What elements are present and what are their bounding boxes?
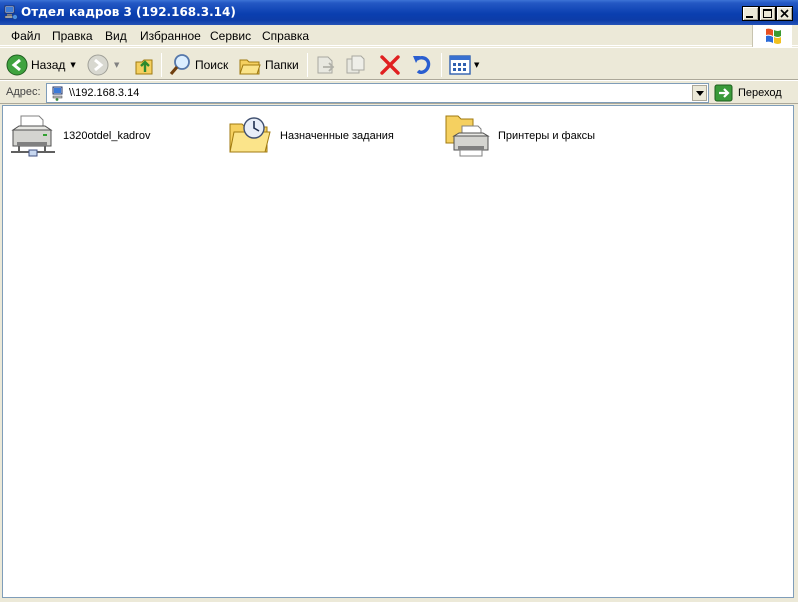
windows-logo (752, 25, 792, 47)
scheduled-tasks-folder-icon (229, 117, 271, 153)
minimize-icon (746, 16, 753, 18)
close-icon (780, 9, 789, 18)
folders-label: Папки (265, 58, 299, 72)
views-dropdown-icon[interactable]: ▼ (474, 61, 479, 69)
back-button[interactable]: Назад ▼ (6, 52, 76, 78)
status-bar (0, 598, 798, 602)
address-label: Адрес: (6, 86, 41, 98)
go-label: Переход (738, 87, 782, 99)
menu-edit[interactable]: Правка (52, 29, 93, 43)
item-label: Принтеры и факсы (498, 130, 596, 142)
address-input[interactable] (69, 86, 669, 100)
menu-file[interactable]: Файл (11, 29, 41, 43)
go-button[interactable]: Переход (714, 83, 782, 103)
maximize-button[interactable] (759, 6, 776, 21)
search-button[interactable]: Поиск (168, 52, 228, 78)
explorer-window: Отдел кадров 3 (192.168.3.14) Файл Правк… (0, 0, 798, 602)
list-item-printers-faxes[interactable]: Принтеры и факсы (444, 112, 595, 160)
toolbar-separator (161, 53, 162, 77)
search-icon (169, 54, 190, 76)
list-item-shared-printer[interactable]: 1320otdel_kadrov (9, 112, 150, 160)
folders-icon (239, 59, 261, 75)
views-button[interactable]: ▼ (448, 52, 479, 78)
forward-arrow-icon (87, 54, 109, 76)
copy-to-icon (346, 55, 365, 74)
chevron-down-icon (696, 91, 704, 96)
address-field[interactable] (46, 83, 709, 103)
maximize-icon (763, 9, 772, 18)
toolbar-separator (307, 53, 308, 77)
folder-up-icon (135, 59, 153, 75)
address-dropdown-button[interactable] (692, 85, 707, 101)
minimize-button[interactable] (742, 6, 759, 21)
move-to-icon (317, 56, 335, 74)
undo-button[interactable] (410, 52, 434, 78)
back-label: Назад (31, 58, 66, 72)
back-dropdown-icon[interactable]: ▼ (70, 61, 75, 69)
printers-faxes-folder-icon (445, 115, 490, 157)
undo-icon (413, 56, 431, 74)
search-label: Поиск (195, 58, 229, 72)
forward-button[interactable]: ▼ (87, 52, 119, 78)
network-printer-icon (11, 115, 55, 157)
toolbar-separator (441, 53, 442, 77)
forward-dropdown-icon[interactable]: ▼ (114, 61, 119, 69)
delete-button[interactable] (378, 52, 402, 78)
menu-favorites[interactable]: Избранное (140, 29, 201, 43)
delete-x-icon (380, 55, 400, 75)
copy-to-button[interactable] (344, 52, 368, 78)
menu-view[interactable]: Вид (105, 29, 127, 43)
item-label: Назначенные задания (280, 130, 394, 142)
menu-help[interactable]: Справка (262, 29, 309, 43)
title-bar[interactable]: Отдел кадров 3 (192.168.3.14) (0, 0, 798, 25)
folder-content-view[interactable]: 1320otdel_kadrov Назначенные задания При… (2, 105, 794, 598)
move-to-button[interactable] (314, 52, 338, 78)
address-bar: Адрес: Переход (0, 80, 798, 104)
network-computer-icon (4, 5, 18, 20)
network-computer-icon (52, 86, 63, 101)
menu-tools[interactable]: Сервис (210, 29, 251, 43)
up-folder-button[interactable] (134, 52, 156, 78)
standard-toolbar: Назад ▼ ▼ Поиск Папки ▼ (0, 47, 798, 80)
close-button[interactable] (776, 6, 793, 21)
folders-button[interactable]: Папки (238, 52, 299, 78)
window-title: Отдел кадров 3 (192.168.3.14) (21, 5, 236, 19)
menu-bar: Файл Правка Вид Избранное Сервис Справка (0, 25, 798, 46)
back-arrow-icon (6, 54, 28, 76)
list-item-scheduled-tasks[interactable]: Назначенные задания (226, 112, 394, 160)
windows-flag-icon (766, 28, 781, 44)
views-grid-icon (449, 55, 471, 75)
item-label: 1320otdel_kadrov (63, 130, 151, 142)
go-arrow-icon (714, 84, 733, 102)
